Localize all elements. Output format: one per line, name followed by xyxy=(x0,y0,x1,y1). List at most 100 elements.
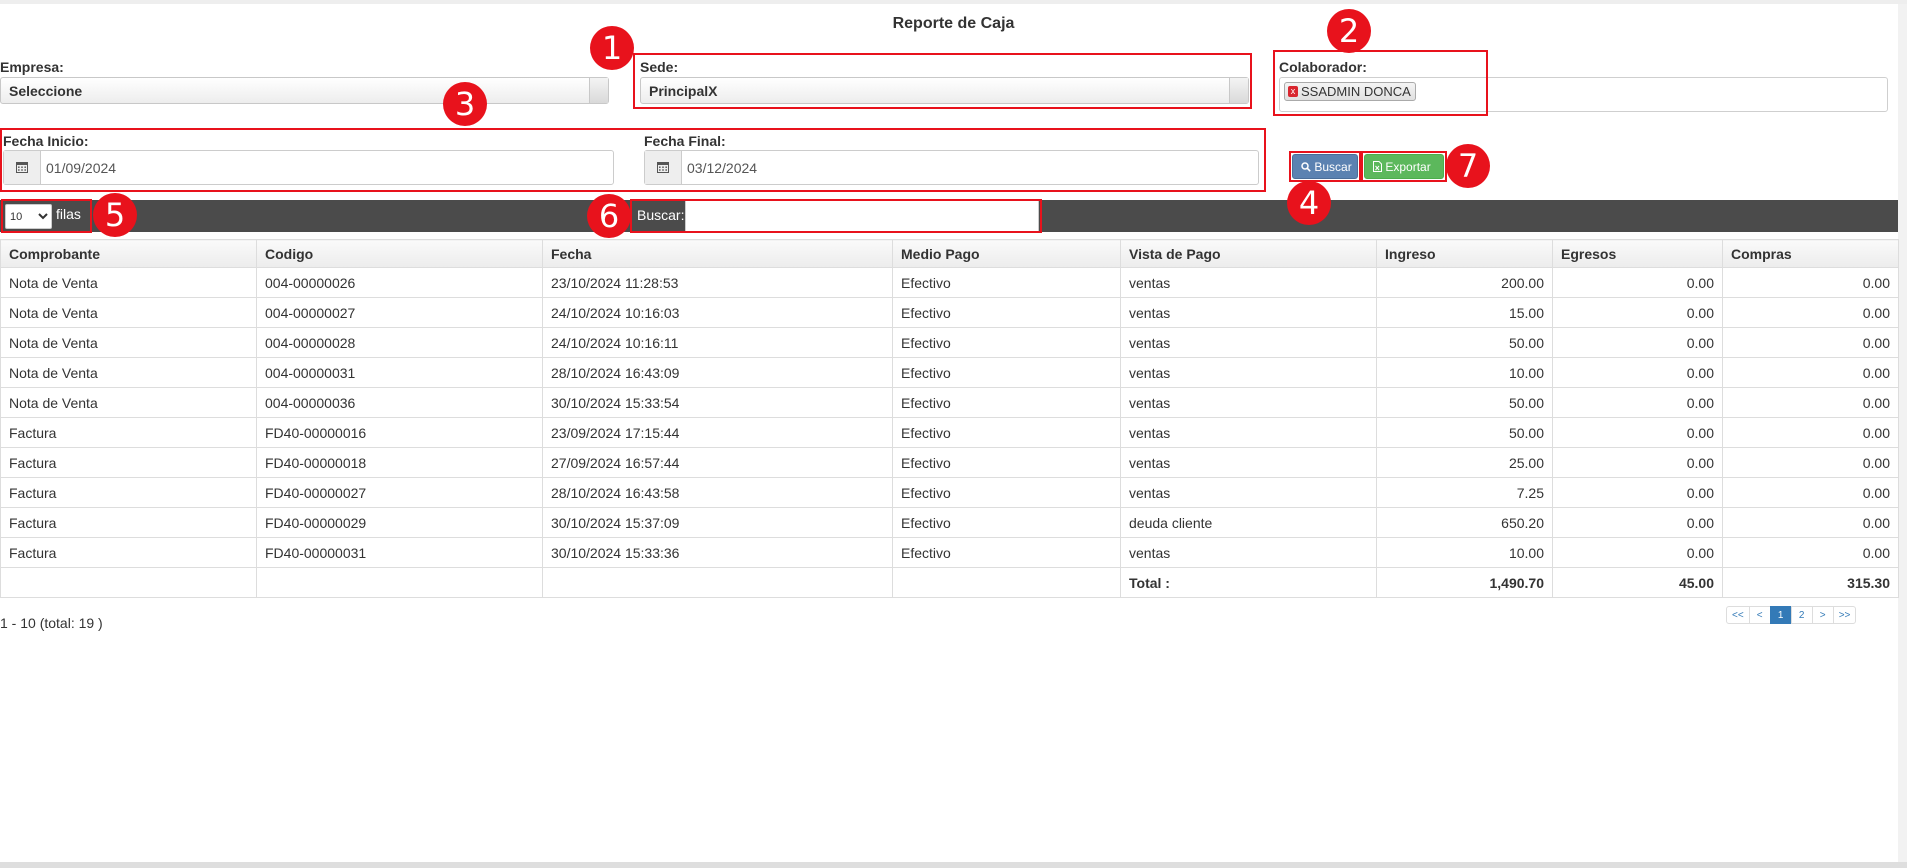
horizontal-scrollbar[interactable] xyxy=(0,862,1907,868)
cell-vista-de-pago: deuda cliente xyxy=(1120,507,1377,538)
column-header-fecha[interactable]: Fecha xyxy=(542,239,893,268)
cell-codigo: 004-00000031 xyxy=(256,357,543,388)
cell-codigo: 004-00000026 xyxy=(256,267,543,298)
table-row[interactable]: Nota de Venta 004-00000036 30/10/2024 15… xyxy=(0,387,1899,418)
table-row[interactable]: Nota de Venta 004-00000027 24/10/2024 10… xyxy=(0,297,1899,328)
cell-ingreso: 50.00 xyxy=(1376,387,1553,418)
cell-ingreso: 25.00 xyxy=(1376,447,1553,478)
cell-vista-de-pago: ventas xyxy=(1120,537,1377,568)
page-title: Reporte de Caja xyxy=(892,15,1015,32)
cell-comprobante: Nota de Venta xyxy=(0,297,257,328)
cell-compras: 0.00 xyxy=(1722,507,1899,538)
cell-codigo: 004-00000027 xyxy=(256,297,543,328)
highlight-box-sede xyxy=(633,53,1252,109)
table-row[interactable]: Nota de Venta 004-00000028 24/10/2024 10… xyxy=(0,327,1899,358)
table-row[interactable]: Factura FD40-00000029 30/10/2024 15:37:0… xyxy=(0,507,1899,538)
cell-vista-de-pago: ventas xyxy=(1120,477,1377,508)
cell-vista-de-pago: ventas xyxy=(1120,357,1377,388)
cell-egresos: 0.00 xyxy=(1552,357,1723,388)
cell-compras: 0.00 xyxy=(1722,537,1899,568)
cell-ingreso: 50.00 xyxy=(1376,417,1553,448)
cell-egresos: 0.00 xyxy=(1552,267,1723,298)
pagination: << < 1 2 > >> xyxy=(1726,606,1857,624)
cell-compras: 0.00 xyxy=(1722,267,1899,298)
cell-fecha: 23/09/2024 17:15:44 xyxy=(542,417,893,448)
table-row[interactable]: Factura FD40-00000027 28/10/2024 16:43:5… xyxy=(0,477,1899,508)
cell-ingreso: 200.00 xyxy=(1376,267,1553,298)
cell-comprobante: Nota de Venta xyxy=(0,267,257,298)
empresa-dropdown-arrow[interactable] xyxy=(589,78,608,103)
page-1-button[interactable]: 1 xyxy=(1769,606,1792,624)
total-label: Total : xyxy=(1120,567,1377,598)
annotation-badge-7: 7 xyxy=(1446,144,1490,188)
cell-ingreso: 50.00 xyxy=(1376,327,1553,358)
page-2-button[interactable]: 2 xyxy=(1790,606,1813,624)
empty-cell xyxy=(256,567,543,598)
cell-fecha: 24/10/2024 10:16:11 xyxy=(542,327,893,358)
cell-egresos: 0.00 xyxy=(1552,537,1723,568)
empty-cell xyxy=(0,567,257,598)
first-page-button[interactable]: << xyxy=(1726,606,1750,624)
cell-compras: 0.00 xyxy=(1722,297,1899,328)
cell-comprobante: Nota de Venta xyxy=(0,357,257,388)
cell-fecha: 28/10/2024 16:43:09 xyxy=(542,357,893,388)
next-page-button[interactable]: > xyxy=(1811,606,1834,624)
cell-egresos: 0.00 xyxy=(1552,327,1723,358)
cell-medio-pago: Efectivo xyxy=(892,267,1121,298)
table-row[interactable]: Factura FD40-00000016 23/09/2024 17:15:4… xyxy=(0,417,1899,448)
last-page-button[interactable]: >> xyxy=(1832,606,1857,624)
empresa-selected-value: Seleccione xyxy=(9,83,83,99)
cell-codigo: FD40-00000027 xyxy=(256,477,543,508)
empresa-select[interactable]: Seleccione xyxy=(0,77,609,104)
column-header-compras[interactable]: Compras xyxy=(1722,239,1899,268)
cell-fecha: 30/10/2024 15:33:54 xyxy=(542,387,893,418)
pagination-info: 1 - 10 (total: 19 ) xyxy=(0,615,103,631)
cell-vista-de-pago: ventas xyxy=(1120,447,1377,478)
cell-egresos: 0.00 xyxy=(1552,417,1723,448)
table-row[interactable]: Nota de Venta 004-00000031 28/10/2024 16… xyxy=(0,357,1899,388)
table-row[interactable]: Factura FD40-00000031 30/10/2024 15:33:3… xyxy=(0,537,1899,568)
empresa-label: Empresa: xyxy=(0,59,64,75)
previous-page-button[interactable]: < xyxy=(1748,606,1771,624)
vertical-scrollbar[interactable] xyxy=(1898,4,1907,862)
cell-medio-pago: Efectivo xyxy=(892,387,1121,418)
highlight-box-colaborador xyxy=(1273,50,1488,116)
cell-medio-pago: Efectivo xyxy=(892,537,1121,568)
cell-ingreso: 7.25 xyxy=(1376,477,1553,508)
annotation-badge-5: 5 xyxy=(93,193,137,237)
column-header-medio-pago[interactable]: Medio Pago xyxy=(892,239,1121,268)
cell-codigo: FD40-00000016 xyxy=(256,417,543,448)
annotation-badge-3: 3 xyxy=(443,82,487,126)
cell-fecha: 23/10/2024 11:28:53 xyxy=(542,267,893,298)
cell-codigo: FD40-00000018 xyxy=(256,447,543,478)
column-header-comprobante[interactable]: Comprobante xyxy=(0,239,257,268)
column-header-ingreso[interactable]: Ingreso xyxy=(1376,239,1553,268)
cell-compras: 0.00 xyxy=(1722,447,1899,478)
cell-fecha: 28/10/2024 16:43:58 xyxy=(542,477,893,508)
cell-medio-pago: Efectivo xyxy=(892,357,1121,388)
cell-ingreso: 15.00 xyxy=(1376,297,1553,328)
cell-codigo: FD40-00000031 xyxy=(256,537,543,568)
cell-fecha: 24/10/2024 10:16:03 xyxy=(542,297,893,328)
cell-comprobante: Nota de Venta xyxy=(0,387,257,418)
totals-row: Total : 1,490.70 45.00 315.30 xyxy=(0,567,1899,598)
cell-vista-de-pago: ventas xyxy=(1120,327,1377,358)
cell-ingreso: 650.20 xyxy=(1376,507,1553,538)
column-header-vista-de-pago[interactable]: Vista de Pago xyxy=(1120,239,1377,268)
column-header-codigo[interactable]: Codigo xyxy=(256,239,543,268)
top-border xyxy=(0,0,1907,4)
cell-ingreso: 10.00 xyxy=(1376,537,1553,568)
cash-report-table: Comprobante Codigo Fecha Medio Pago Vist… xyxy=(0,239,1899,598)
table-row[interactable]: Nota de Venta 004-00000026 23/10/2024 11… xyxy=(0,267,1899,298)
column-header-egresos[interactable]: Egresos xyxy=(1552,239,1723,268)
annotation-badge-6: 6 xyxy=(587,194,631,238)
highlight-box-buscar-input xyxy=(630,199,1042,233)
cell-medio-pago: Efectivo xyxy=(892,417,1121,448)
table-header-row: Comprobante Codigo Fecha Medio Pago Vist… xyxy=(0,239,1899,268)
cell-compras: 0.00 xyxy=(1722,327,1899,358)
highlight-box-exportar xyxy=(1361,151,1447,182)
cell-fecha: 30/10/2024 15:33:36 xyxy=(542,537,893,568)
cell-egresos: 0.00 xyxy=(1552,477,1723,508)
cell-vista-de-pago: ventas xyxy=(1120,267,1377,298)
table-row[interactable]: Factura FD40-00000018 27/09/2024 16:57:4… xyxy=(0,447,1899,478)
